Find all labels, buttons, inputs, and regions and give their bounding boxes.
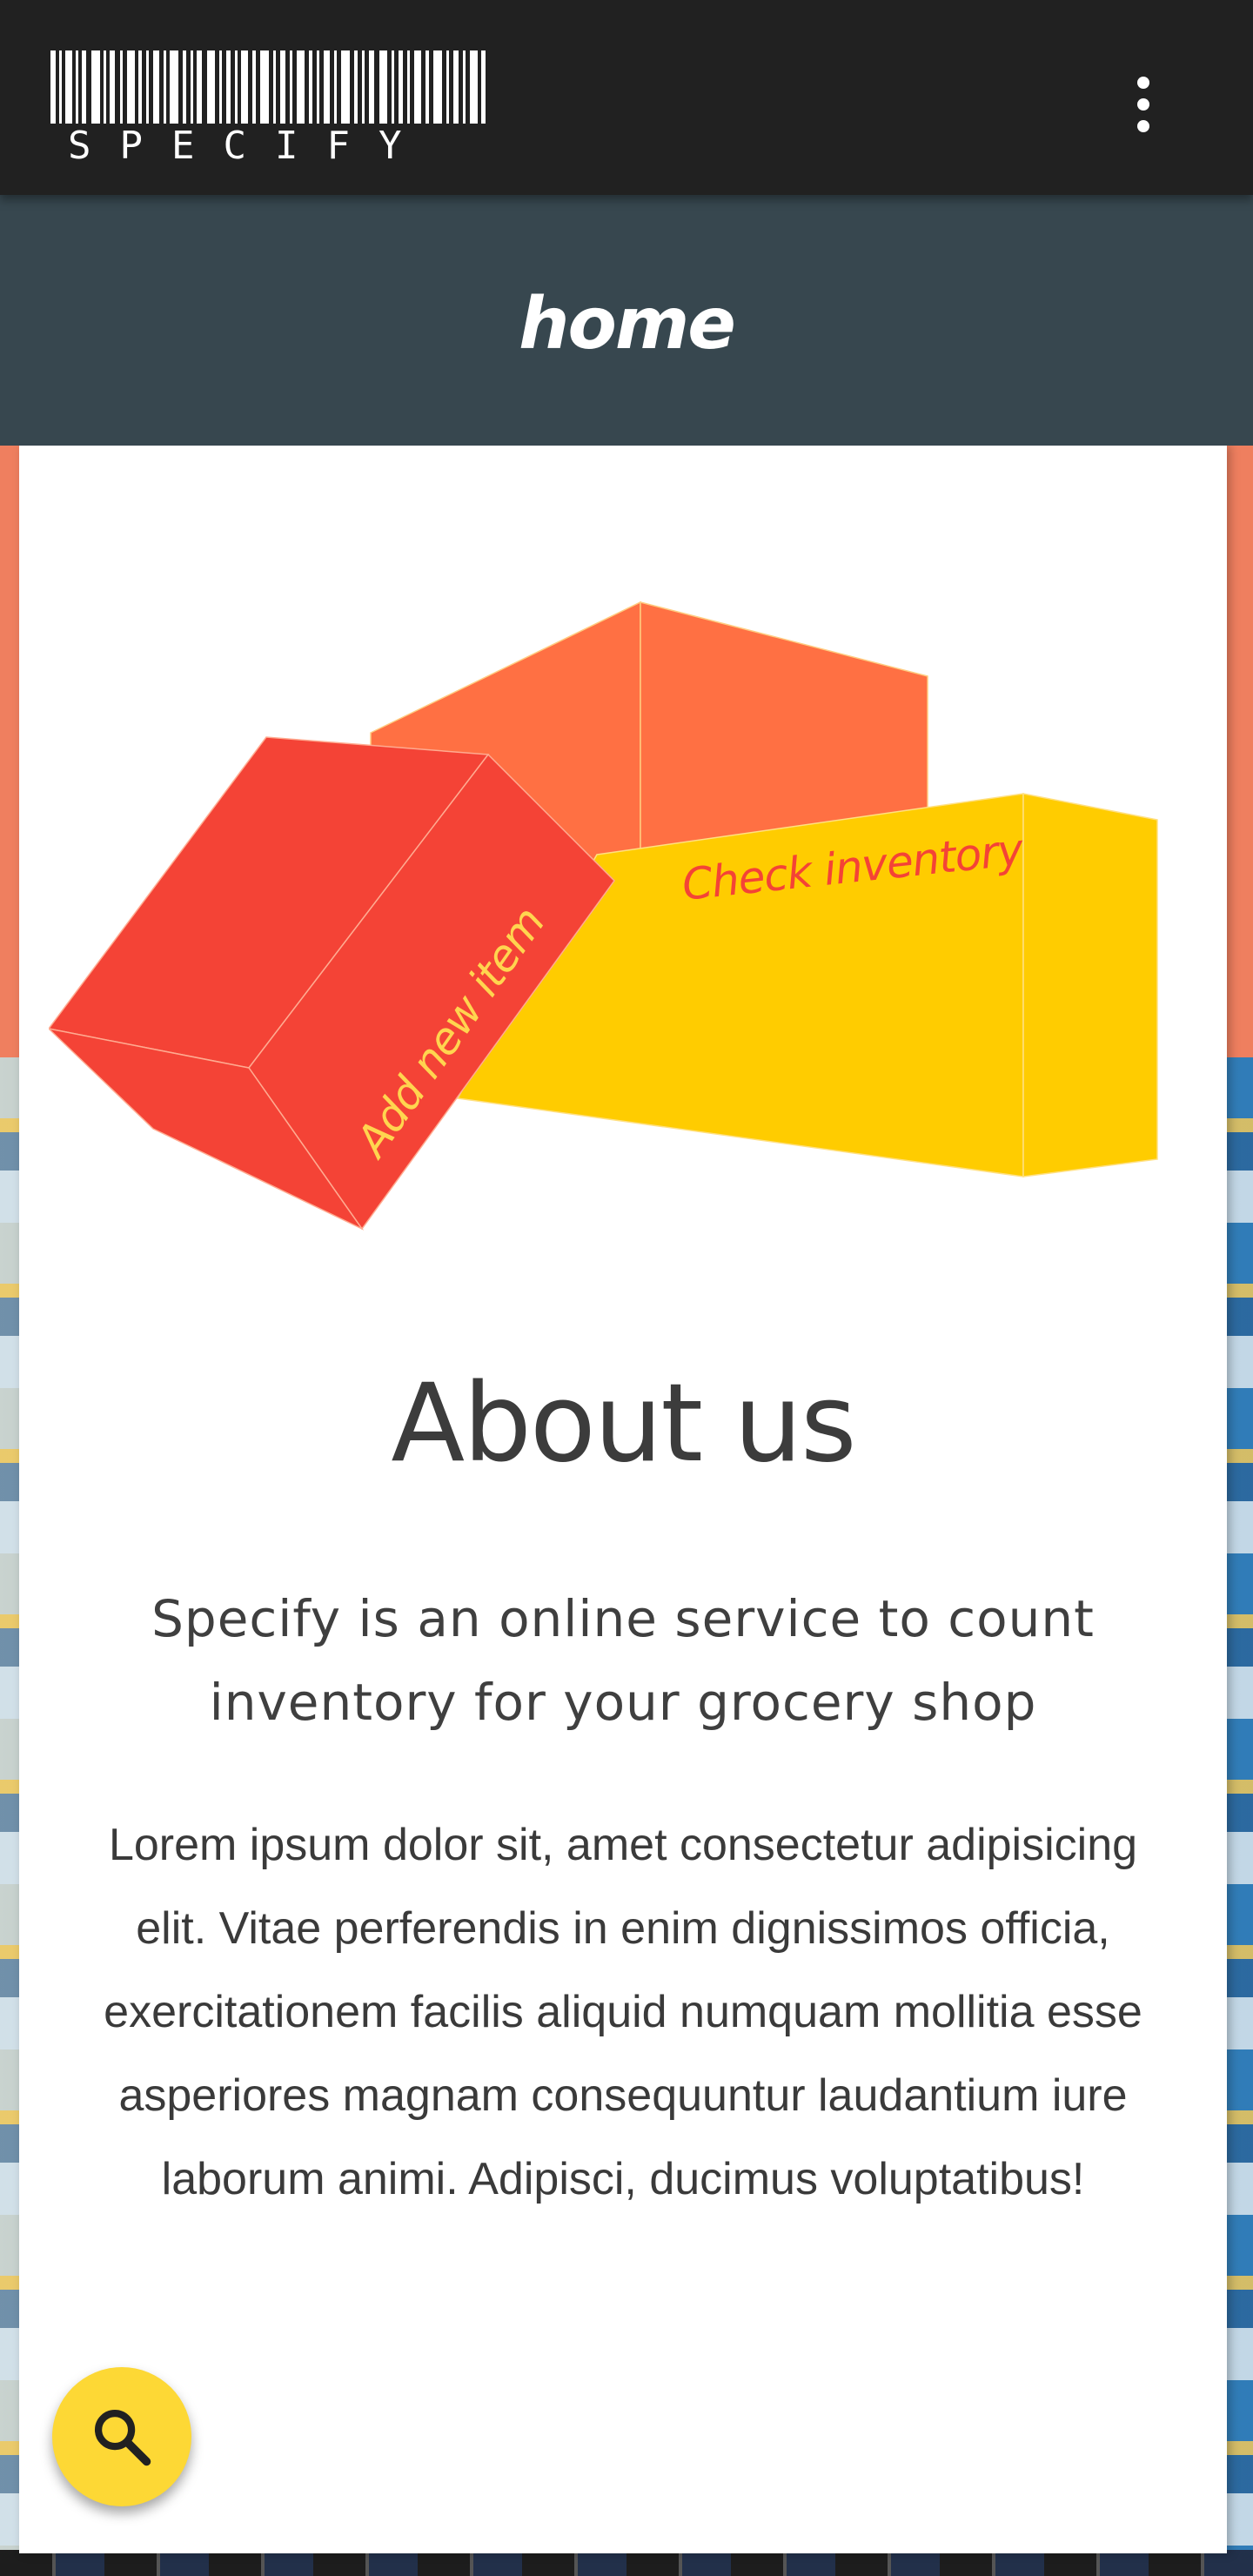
about-subtitle: Specify is an online service to count in… xyxy=(151,1589,1095,1732)
page-title: home xyxy=(519,282,736,366)
specify-logo[interactable]: SPECIFY xyxy=(50,50,486,172)
page-title-band: home xyxy=(0,195,1253,446)
more-vert-icon xyxy=(1137,77,1149,89)
search-icon xyxy=(94,2409,151,2466)
barcode-icon xyxy=(50,50,486,124)
overflow-menu-button[interactable] xyxy=(1116,63,1171,146)
more-vert-icon-dot xyxy=(1137,98,1149,111)
add-new-item-box[interactable]: Add new item xyxy=(49,736,615,1231)
content-card: Check inventory Add new item About us Sp… xyxy=(19,446,1227,2553)
about-heading: About us xyxy=(391,1361,856,1486)
search-fab-button[interactable] xyxy=(52,2367,191,2506)
app-bar: SPECIFY xyxy=(0,0,1253,195)
more-vert-icon-dot xyxy=(1137,120,1149,132)
background-floor xyxy=(0,2550,1253,2576)
about-body-text: Lorem ipsum dolor sit, amet consectetur … xyxy=(104,1820,1142,2204)
boxes-illustration: Check inventory Add new item xyxy=(49,600,1158,1231)
hero-illustration: Check inventory Add new item xyxy=(49,585,1180,1246)
logo-wordmark: SPECIFY xyxy=(68,124,431,168)
